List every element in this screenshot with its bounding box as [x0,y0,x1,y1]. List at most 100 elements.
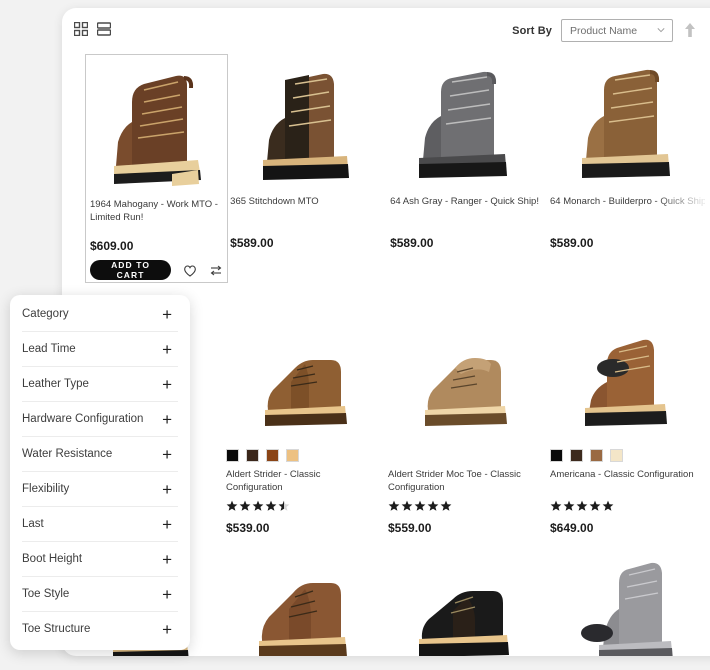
product-card[interactable]: Americana - Classic Configuration $649.0… [548,311,705,535]
view-mode-switcher [74,22,111,36]
product-price: $589.00 [390,236,434,250]
filter-label: Leather Type [22,378,89,390]
product-image[interactable] [224,311,381,449]
filter-item-water-resistance[interactable]: Water Resistance + [22,437,178,472]
product-name[interactable]: 1964 Mahogany - Work MTO - Limited Run! [88,199,225,225]
product-card[interactable]: 365 Stitchdown MTO $589.00 [228,54,383,283]
product-name[interactable]: Aldert Strider Moc Toe - Classic Configu… [386,469,543,495]
filter-label: Lead Time [22,343,76,355]
plus-expand-icon[interactable]: + [162,411,172,428]
swatch-medium-brown[interactable] [590,449,603,462]
filter-item-category[interactable]: Category + [22,297,178,332]
plus-expand-icon[interactable]: + [162,446,172,463]
star-icon [239,500,251,511]
wishlist-heart-icon[interactable] [183,264,197,277]
product-name[interactable]: Aldert Strider - Classic Configuration [224,469,381,495]
plus-expand-icon[interactable]: + [162,341,172,358]
swatch-cream[interactable] [610,449,623,462]
product-image[interactable] [548,54,705,196]
swatch-dark-brown[interactable] [246,449,259,462]
star-icon [563,500,575,511]
plus-expand-icon[interactable]: + [162,516,172,533]
sort-direction-ascending-icon[interactable] [682,20,698,42]
plus-expand-icon[interactable]: + [162,376,172,393]
star-icon [589,500,601,511]
plus-expand-icon[interactable]: + [162,621,172,638]
product-name[interactable]: 64 Ash Gray - Ranger - Quick Ship! [388,196,543,222]
swatch-placeholder [386,449,543,463]
product-name[interactable]: Americana - Classic Configuration [548,469,705,495]
filter-item-hardware-configuration[interactable]: Hardware Configuration + [22,402,178,437]
plus-expand-icon[interactable]: + [162,481,172,498]
star-icon [550,500,562,511]
plus-expand-icon[interactable]: + [162,551,172,568]
product-price: $589.00 [230,236,274,250]
plus-expand-icon[interactable]: + [162,586,172,603]
grid-view-icon[interactable] [74,22,88,36]
swatch-dark-brown[interactable] [570,449,583,462]
product-card[interactable]: Aldert Strider - Classic Configuration $… [224,311,381,535]
product-card[interactable] [548,551,705,656]
rating-stars[interactable] [548,500,705,514]
star-icon [226,500,238,511]
product-card[interactable]: 64 Ash Gray - Ranger - Quick Ship! $589.… [388,54,543,283]
color-swatches [548,449,705,463]
product-row-1: 1964 Mahogany - Work MTO - Limited Run! … [62,54,710,283]
product-name[interactable]: 64 Monarch - Builderpro - Quick Ship! [548,196,705,222]
star-icon [265,500,277,511]
filter-label: Last [22,518,44,530]
product-image[interactable] [388,54,543,196]
product-image[interactable] [386,311,543,449]
product-price: $609.00 [90,239,134,253]
star-icon [252,500,264,511]
filter-item-lead-time[interactable]: Lead Time + [22,332,178,367]
plus-expand-icon[interactable]: + [162,306,172,323]
product-card[interactable] [386,551,543,656]
product-card[interactable]: 1964 Mahogany - Work MTO - Limited Run! … [85,54,229,283]
filter-label: Hardware Configuration [22,413,144,425]
star-icon [440,500,452,511]
swatch-black[interactable] [550,449,563,462]
filter-label: Toe Style [22,588,70,600]
filter-item-toe-style[interactable]: Toe Style + [22,577,178,612]
swatch-rust-brown[interactable] [266,449,279,462]
list-view-icon[interactable] [97,22,111,36]
star-icon [576,500,588,511]
color-swatches [224,449,381,463]
filter-item-leather-type[interactable]: Leather Type + [22,367,178,402]
star-icon [388,500,400,511]
filter-label: Toe Structure [22,623,91,635]
filter-item-flexibility[interactable]: Flexibility + [22,472,178,507]
sort-by-label: Sort By [512,24,552,37]
listing-toolbar: Sort By Product Name [62,8,710,54]
product-card[interactable]: Aldert Strider Moc Toe - Classic Configu… [386,311,543,535]
product-image[interactable] [88,57,225,199]
add-to-cart-button[interactable]: ADD TO CART [90,260,172,280]
product-name[interactable]: 365 Stitchdown MTO [228,196,383,222]
filter-label: Flexibility [22,483,70,495]
product-image[interactable] [548,311,705,449]
rating-stars[interactable] [224,500,381,514]
star-icon [602,500,614,511]
product-price: $649.00 [550,521,594,535]
rating-stars[interactable] [386,500,543,514]
star-icon [401,500,413,511]
product-image[interactable] [548,551,705,656]
star-half-icon [278,500,290,511]
filter-label: Boot Height [22,553,83,565]
filter-item-toe-structure[interactable]: Toe Structure + [22,612,178,646]
sort-select[interactable]: Product Name [561,19,673,42]
swatch-tan[interactable] [286,449,299,462]
product-image[interactable] [224,551,381,656]
product-image[interactable] [228,54,383,196]
filter-label: Category [22,308,69,320]
compare-icon[interactable] [209,264,223,277]
product-actions: ADD TO CART [88,260,225,280]
product-price: $589.00 [550,236,594,250]
filter-item-boot-height[interactable]: Boot Height + [22,542,178,577]
product-image[interactable] [386,551,543,656]
product-card[interactable] [224,551,381,656]
product-card[interactable]: 64 Monarch - Builderpro - Quick Ship! $5… [548,54,705,283]
filter-item-last[interactable]: Last + [22,507,178,542]
swatch-black[interactable] [226,449,239,462]
